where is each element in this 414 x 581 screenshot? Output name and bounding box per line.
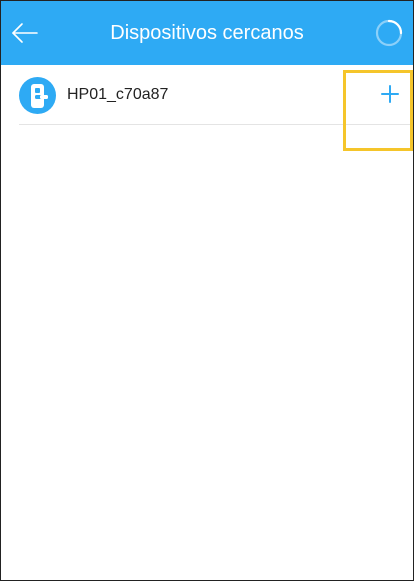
plus-icon bbox=[381, 85, 399, 103]
device-list: HP01_c70a87 bbox=[1, 65, 413, 125]
device-name: HP01_c70a87 bbox=[67, 86, 169, 103]
arrow-left-icon bbox=[12, 23, 38, 43]
list-item[interactable]: HP01_c70a87 bbox=[1, 65, 413, 125]
row-divider bbox=[19, 124, 413, 125]
add-device-button[interactable] bbox=[377, 81, 403, 107]
loading-spinner-icon bbox=[375, 19, 403, 47]
app-bar: Dispositivos cercanos bbox=[1, 1, 413, 65]
refresh-button[interactable] bbox=[373, 17, 405, 49]
smart-lock-icon bbox=[19, 77, 56, 114]
back-button[interactable] bbox=[7, 15, 43, 51]
app-screen: Dispositivos cercanos HP01_c70a87 bbox=[0, 0, 414, 581]
page-title: Dispositivos cercanos bbox=[110, 22, 304, 44]
